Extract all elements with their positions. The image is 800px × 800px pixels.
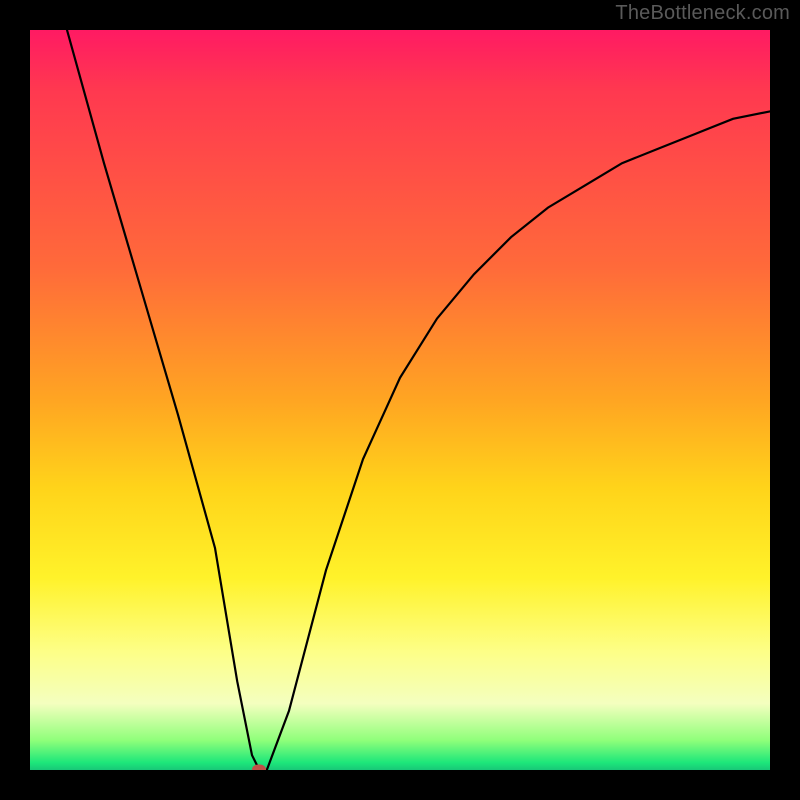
- watermark-text: TheBottleneck.com: [615, 2, 790, 25]
- bottleneck-curve: [67, 30, 770, 770]
- curve-svg: [30, 30, 770, 770]
- min-marker: [252, 765, 266, 771]
- plot-area: [30, 30, 770, 770]
- chart-frame: TheBottleneck.com: [0, 0, 800, 800]
